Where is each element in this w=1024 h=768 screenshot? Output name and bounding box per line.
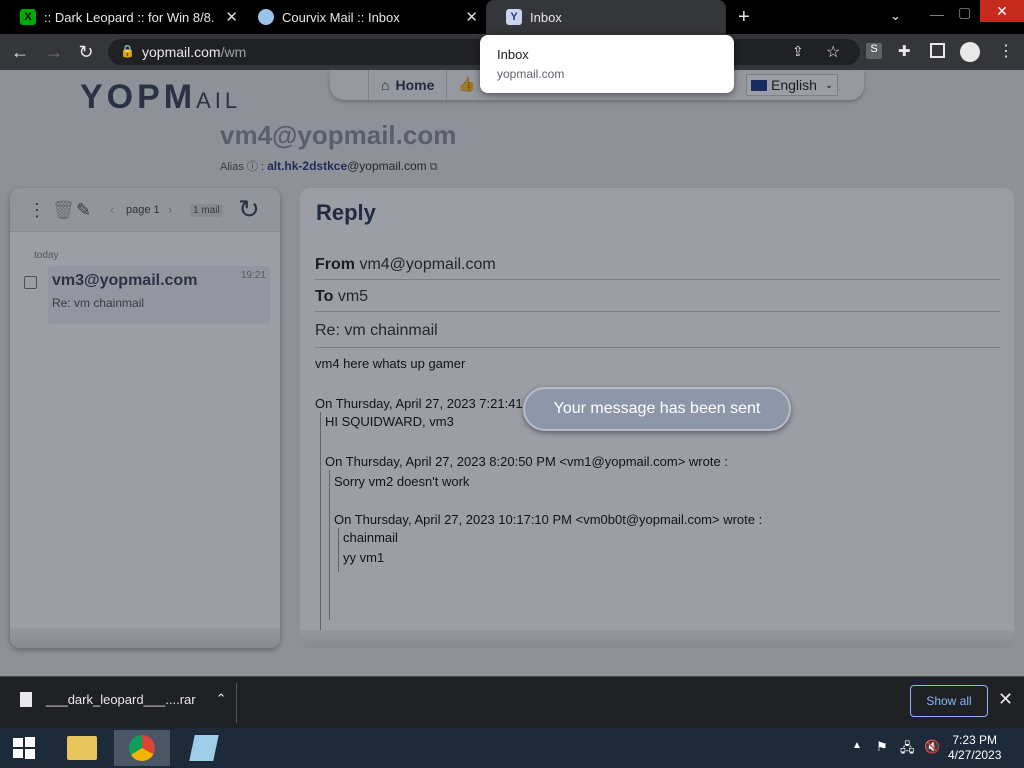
system-clock[interactable]: 7:23 PM 4/27/2023 [948, 733, 1001, 763]
tab-inbox[interactable]: Y Inbox [486, 0, 726, 34]
action-center-flag-icon[interactable]: ⚑ [876, 739, 888, 755]
lock-icon: 🔒 [120, 44, 135, 58]
close-tab-icon[interactable]: ✕ [225, 8, 238, 26]
tab-courvix-mail[interactable]: Courvix Mail :: Inbox ✕ [238, 0, 488, 34]
bookmark-star-icon[interactable]: ☆ [826, 42, 840, 62]
download-item[interactable]: ___dark_leopard___....rar ⌃ [20, 691, 227, 707]
url-path: /wm [220, 44, 247, 60]
side-panel-icon[interactable] [930, 43, 945, 58]
tray-chevron-up-icon[interactable]: ▲ [852, 740, 862, 751]
maximize-icon[interactable]: ▢ [958, 4, 971, 21]
tab-strip: X :: Dark Leopard :: for Win 8/8.1 Fr ✕ … [0, 0, 1024, 34]
clock-date: 4/27/2023 [948, 748, 1002, 762]
hover-card-title: Inbox [497, 47, 529, 62]
close-window-icon[interactable]: ✕ [980, 0, 1024, 22]
clock-time: 7:23 PM [952, 733, 998, 747]
notepad-icon[interactable] [176, 730, 232, 766]
reload-icon[interactable]: ↻ [70, 34, 102, 70]
extension-s-icon[interactable]: S [866, 43, 882, 59]
sent-confirmation-toast[interactable]: Your message has been sent [523, 387, 791, 431]
tab-hover-card: Inbox yopmail.com [480, 35, 734, 93]
close-download-bar-icon[interactable]: ✕ [998, 689, 1013, 710]
modal-overlay [0, 70, 1024, 676]
courvix-favicon [258, 9, 274, 25]
share-icon[interactable]: ⇪ [792, 43, 804, 60]
hover-card-domain: yopmail.com [497, 67, 565, 81]
close-tab-icon[interactable]: ✕ [465, 8, 478, 26]
file-explorer-icon[interactable] [54, 730, 110, 766]
file-icon [20, 691, 32, 707]
chevron-up-icon[interactable]: ⌃ [216, 691, 227, 707]
show-all-button[interactable]: Show all [910, 685, 988, 717]
forward-icon[interactable]: → [38, 34, 70, 70]
url-host: yopmail.com [142, 44, 221, 60]
back-icon[interactable]: ← [4, 34, 36, 70]
network-icon[interactable]: 🖧 [900, 739, 915, 761]
divider [236, 683, 237, 723]
profile-avatar-icon[interactable] [960, 42, 980, 62]
new-tab-icon[interactable]: + [738, 6, 750, 29]
minimize-icon[interactable]: — [930, 6, 944, 22]
tab-dark-leopard[interactable]: X :: Dark Leopard :: for Win 8/8.1 Fr ✕ [0, 0, 248, 34]
dark-leopard-favicon: X [20, 9, 36, 25]
tab-title: Courvix Mail :: Inbox [282, 9, 400, 25]
download-bar: ___dark_leopard___....rar ⌃ Show all ✕ [0, 676, 1024, 728]
windows-start-icon[interactable] [0, 730, 48, 766]
tab-search-icon[interactable]: ⌄ [890, 8, 901, 24]
volume-muted-icon[interactable]: 🔇 [924, 739, 940, 755]
menu-kebab-icon[interactable]: ⋮ [998, 41, 1014, 61]
tab-title: Inbox [530, 9, 562, 25]
yopmail-favicon: Y [506, 9, 522, 25]
chrome-icon[interactable] [114, 730, 170, 766]
extensions-puzzle-icon[interactable]: ✚ [898, 42, 911, 60]
url-text: yopmail.com/wm [142, 44, 246, 60]
taskbar: ▲ ⚑ 🖧 🔇 7:23 PM 4/27/2023 [0, 728, 1024, 768]
tab-title: :: Dark Leopard :: for Win 8/8.1 Fr [44, 9, 214, 25]
download-filename: ___dark_leopard___....rar [46, 691, 196, 707]
